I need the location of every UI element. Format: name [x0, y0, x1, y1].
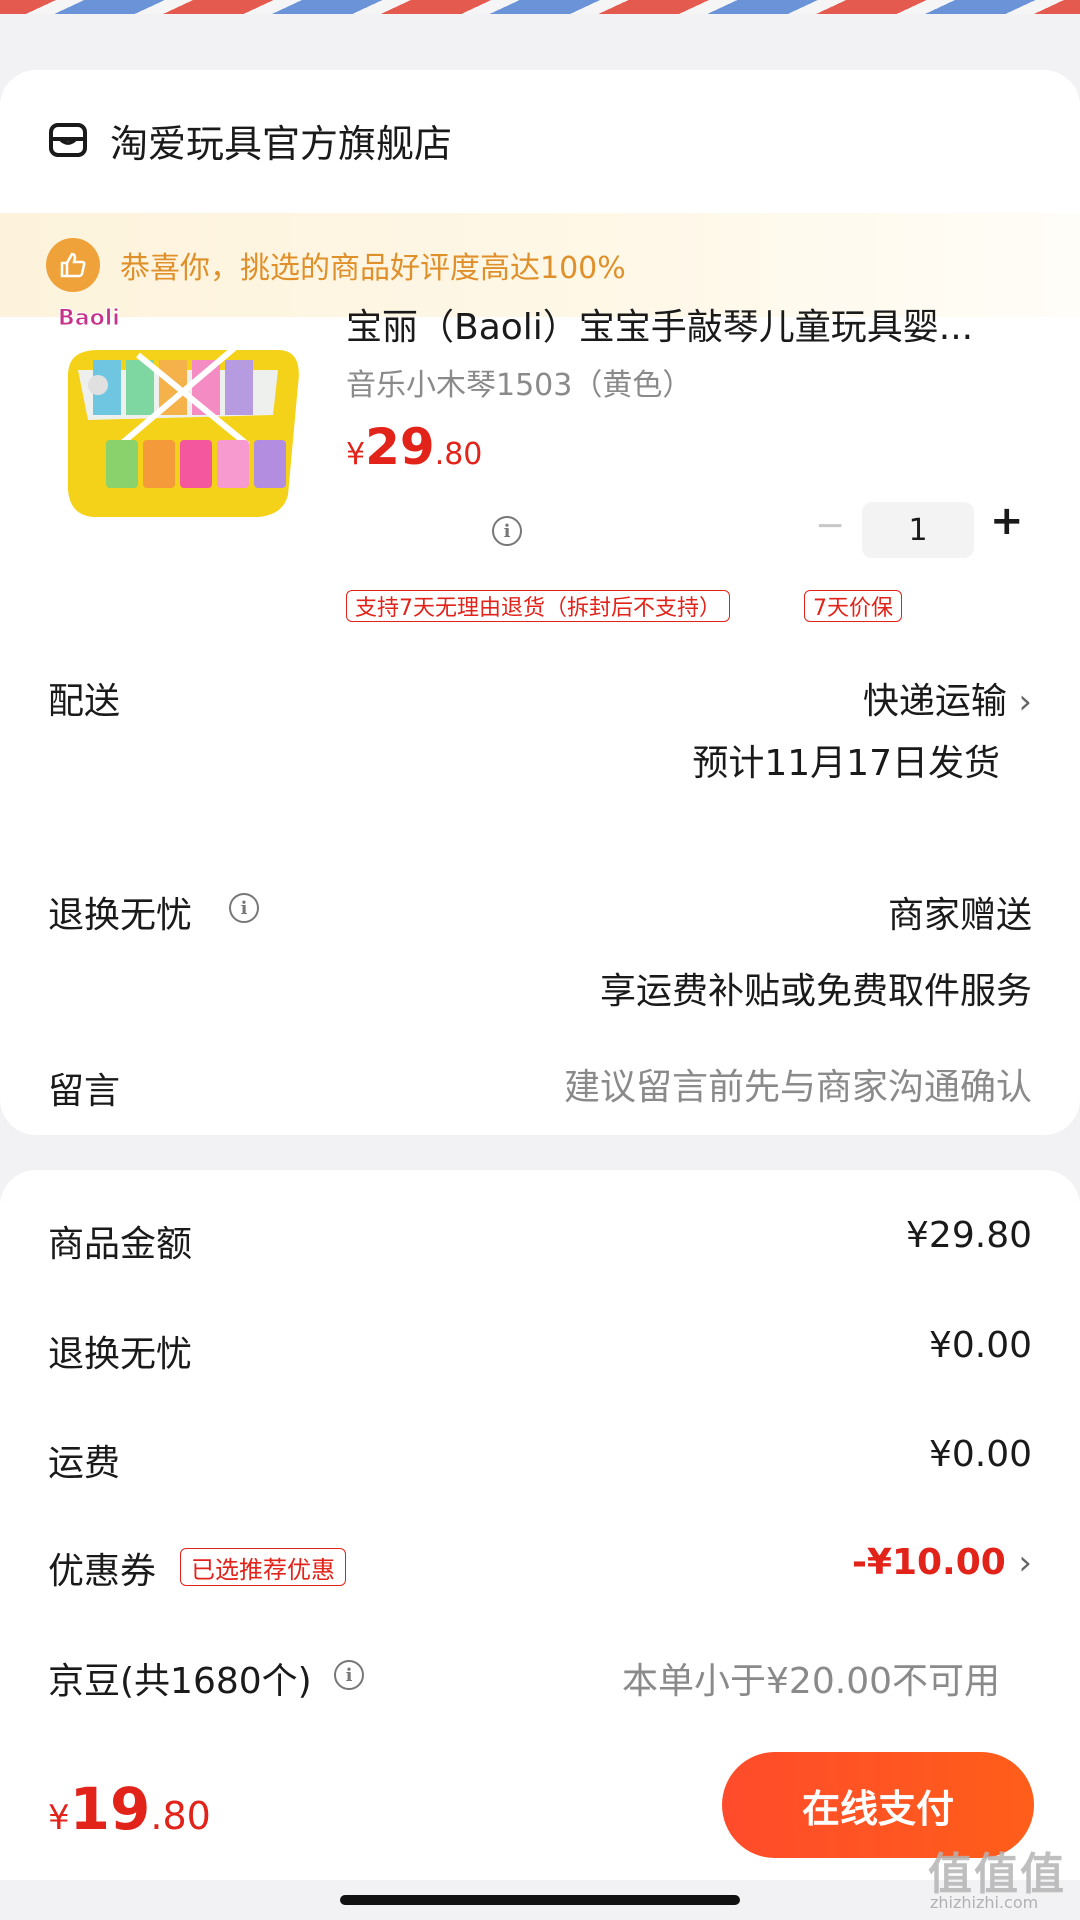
delivery-method-text: 快递运输: [862, 681, 1007, 722]
total-price: ¥19.80: [48, 1775, 211, 1843]
store-icon: [49, 123, 87, 157]
total-decimal: .80: [150, 1794, 211, 1838]
chevron-right-icon: ›: [1018, 682, 1032, 722]
product-spec[interactable]: 音乐小木琴1503（黄色）: [346, 360, 692, 404]
quantity-decrease-button[interactable]: −: [815, 505, 845, 546]
home-indicator[interactable]: [340, 1895, 740, 1905]
rating-text: 恭喜你，挑选的商品好评度高达100%: [120, 251, 626, 286]
product-price: ¥29.80: [346, 418, 482, 476]
shipping-value: ¥0.00: [928, 1434, 1032, 1475]
airmail-border: [0, 0, 1080, 30]
coupon-selected-tag: 已选推荐优惠: [180, 1548, 346, 1586]
quantity-increase-button[interactable]: +: [990, 498, 1024, 544]
returns-desc: 享运费补贴或免费取件服务: [599, 971, 1032, 1012]
watermark-url: zhizhizhi.com: [930, 1893, 1039, 1912]
return-policy-tag: 支持7天无理由退货（拆封后不支持）: [346, 590, 730, 622]
product-image[interactable]: Baoli: [48, 295, 308, 535]
shipping-label: 运费: [48, 1443, 121, 1484]
goods-amount-label: 商品金额: [48, 1224, 193, 1265]
store-header[interactable]: 淘爱玩具官方旗舰店: [48, 110, 452, 170]
delivery-eta: 预计11月17日发货: [692, 743, 1000, 784]
price-info-icon[interactable]: i: [492, 516, 522, 546]
coupon-value-text: -¥10.00: [851, 1542, 1006, 1583]
jingdou-value: 本单小于¥20.00不可用: [622, 1661, 1000, 1702]
message-label: 留言: [48, 1071, 121, 1112]
thumbs-up-icon: [46, 238, 100, 292]
price-integer: 29: [365, 418, 435, 476]
returns-label: 退换无忧: [48, 895, 193, 936]
store-name: 淘爱玩具官方旗舰店: [110, 121, 453, 166]
message-input[interactable]: 建议留言前先与商家沟通确认: [564, 1058, 1032, 1110]
coupon-label: 优惠券: [48, 1551, 157, 1592]
delivery-method[interactable]: 快递运输 ›: [863, 672, 1032, 724]
returns-fee-value: ¥0.00: [928, 1325, 1032, 1366]
jingdou-info-icon[interactable]: i: [334, 1660, 364, 1690]
coupon-value[interactable]: -¥10.00 ›: [852, 1542, 1032, 1583]
returns-fee-label: 退换无忧: [48, 1334, 193, 1375]
price-decimal: .80: [434, 437, 483, 472]
total-currency: ¥: [48, 1798, 70, 1838]
price-currency: ¥: [346, 437, 366, 472]
total-integer: 19: [69, 1775, 151, 1843]
price-protection-tag: 7天价保: [804, 590, 902, 622]
quantity-input[interactable]: 1: [862, 502, 974, 558]
goods-amount-value: ¥29.80: [906, 1215, 1032, 1256]
returns-info-icon[interactable]: i: [229, 893, 259, 923]
returns-value: 商家赠送: [887, 895, 1032, 936]
delivery-label: 配送: [48, 681, 121, 722]
jingdou-label: 京豆(共1680个): [48, 1661, 312, 1702]
product-title[interactable]: 宝丽（Baoli）宝宝手敲琴儿童玩具婴...: [346, 298, 1036, 350]
svg-text:Baoli: Baoli: [58, 306, 120, 331]
chevron-right-icon: ›: [1018, 1543, 1032, 1583]
